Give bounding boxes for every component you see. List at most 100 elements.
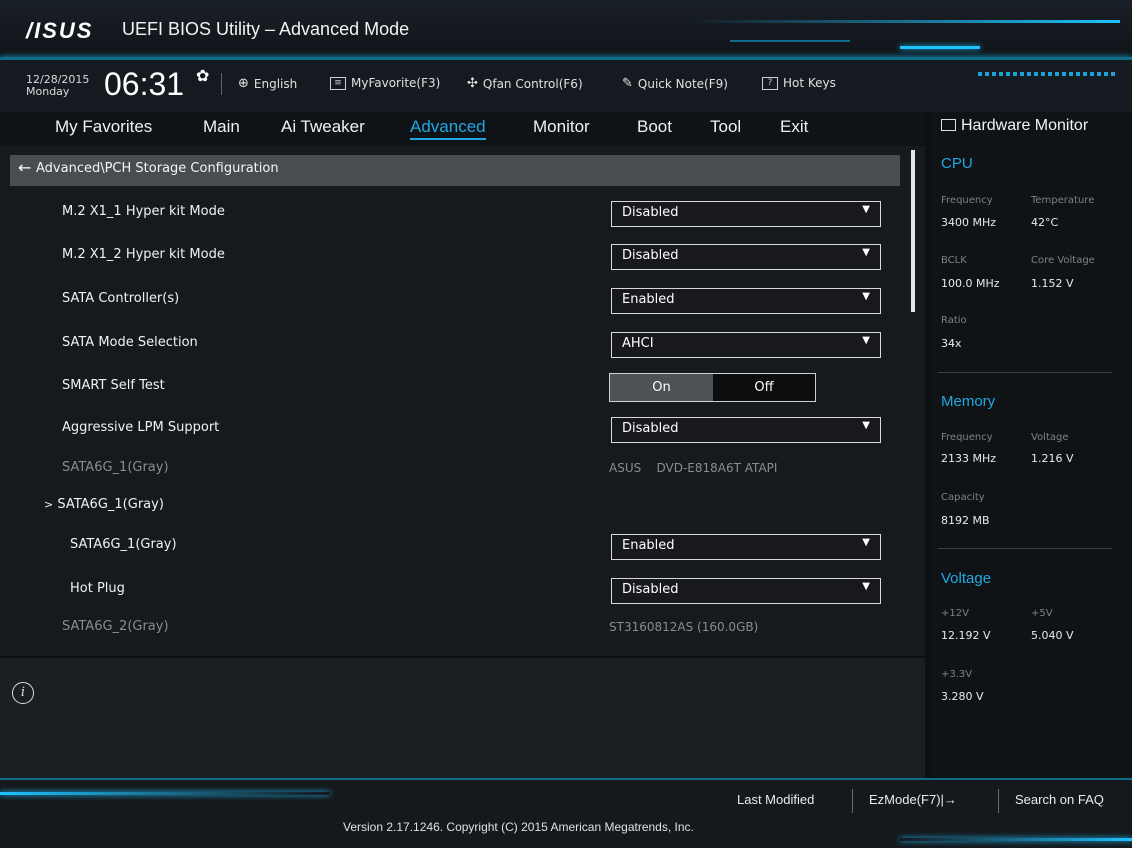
hw-label: Ratio xyxy=(941,315,967,326)
setting-label: SATA Controller(s) xyxy=(62,291,180,306)
monitor-icon xyxy=(941,119,956,131)
globe-icon: ⊕ xyxy=(238,76,249,91)
language-button[interactable]: ⊕ English xyxy=(238,76,297,91)
favorite-icon: ≡ xyxy=(330,76,346,90)
language-label: English xyxy=(253,76,298,91)
hw-value: 1.152 V xyxy=(1031,277,1074,290)
setting-label: SATA6G_1(Gray) xyxy=(62,460,169,475)
hardware-monitor-label: Hardware Monitor xyxy=(961,117,1089,134)
fan-icon: ✣ xyxy=(467,76,478,91)
setting-label: Aggressive LPM Support xyxy=(62,420,220,435)
setting-label: M.2 X1_2 Hyper kit Mode xyxy=(62,247,225,262)
hotkeys-label: Hot Keys xyxy=(783,76,836,90)
app-title: UEFI BIOS Utility – Advanced Mode xyxy=(122,19,410,39)
dropdown-value: Enabled xyxy=(622,538,675,553)
setting-label: SATA6G_1(Gray) xyxy=(70,537,177,552)
sata1-port-dropdown[interactable]: Enabled ▼ xyxy=(611,534,881,560)
chevron-down-icon: ▼ xyxy=(862,537,870,548)
hw-label: +3.3V xyxy=(941,669,973,680)
hw-label: Temperature xyxy=(1031,195,1095,206)
setting-label: SMART Self Test xyxy=(62,378,165,393)
dropdown-value: Disabled xyxy=(622,582,679,597)
clock: 06:31 xyxy=(104,66,185,102)
title-decoration xyxy=(690,20,1120,23)
chevron-down-icon: ▼ xyxy=(862,291,870,302)
smart-toggle[interactable]: On Off xyxy=(609,373,816,402)
gear-icon[interactable]: ✿ xyxy=(196,66,209,85)
footer-decoration xyxy=(0,792,330,795)
title-decoration xyxy=(900,46,980,49)
tab-exit[interactable]: Exit xyxy=(780,117,808,137)
hw-label: Frequency xyxy=(941,195,993,206)
divider xyxy=(221,73,222,95)
info-icon: i xyxy=(12,682,34,704)
help-icon: ? xyxy=(762,76,778,90)
qfan-button[interactable]: ✣ Qfan Control(F6) xyxy=(467,76,583,91)
toggle-off[interactable]: Off xyxy=(713,374,815,401)
hw-value: 5.040 V xyxy=(1031,629,1074,642)
chevron-down-icon: ▼ xyxy=(862,204,870,215)
hw-label: Frequency xyxy=(941,432,993,443)
divider xyxy=(938,548,1112,549)
myfavorite-button[interactable]: ≡ MyFavorite(F3) xyxy=(330,76,440,90)
toggle-on[interactable]: On xyxy=(610,374,713,401)
myfavorite-label: MyFavorite(F3) xyxy=(351,76,441,90)
dropdown-value: Disabled xyxy=(622,205,679,220)
hotkeys-button[interactable]: ? Hot Keys xyxy=(762,76,836,90)
footer-decoration xyxy=(900,838,1132,841)
cpu-section-title: CPU xyxy=(941,155,973,172)
tab-monitor[interactable]: Monitor xyxy=(533,117,590,137)
lpm-dropdown[interactable]: Disabled ▼ xyxy=(611,417,881,443)
day-text: Monday xyxy=(26,85,70,98)
title-decoration xyxy=(730,40,850,42)
dropdown-value: AHCI xyxy=(622,336,654,351)
tab-tool[interactable]: Tool xyxy=(710,117,741,137)
asus-logo: /ISUS xyxy=(26,18,94,43)
hw-label: Capacity xyxy=(941,492,985,503)
chevron-down-icon: ▼ xyxy=(862,335,870,346)
quicknote-label: Quick Note(F9) xyxy=(637,76,728,91)
breadcrumb-text: Advanced\PCH Storage Configuration xyxy=(36,161,279,176)
sata-controller-dropdown[interactable]: Enabled ▼ xyxy=(611,288,881,314)
sata-mode-dropdown[interactable]: AHCI ▼ xyxy=(611,332,881,358)
dropdown-value: Disabled xyxy=(622,248,679,263)
version-text: Version 2.17.1246. Copyright (C) 2015 Am… xyxy=(343,820,694,834)
chevron-down-icon: ▼ xyxy=(862,581,870,592)
qfan-label: Qfan Control(F6) xyxy=(482,76,583,91)
divider xyxy=(852,789,853,813)
hw-value: 42°C xyxy=(1031,216,1059,229)
hardware-monitor-title: Hardware Monitor xyxy=(941,117,1088,135)
tab-advanced[interactable]: Advanced xyxy=(410,117,486,140)
memory-section-title: Memory xyxy=(941,393,996,410)
hot-plug-dropdown[interactable]: Disabled ▼ xyxy=(611,578,881,604)
tab-my-favorites[interactable]: My Favorites xyxy=(55,117,152,137)
hw-label: +5V xyxy=(1031,608,1053,619)
voltage-section-title: Voltage xyxy=(941,570,992,587)
device-info: ST3160812AS (160.0GB) xyxy=(609,620,759,634)
tab-ai-tweaker[interactable]: Ai Tweaker xyxy=(281,117,365,137)
note-icon: ✎ xyxy=(622,76,633,91)
divider xyxy=(998,789,999,813)
scrollbar[interactable] xyxy=(911,150,915,312)
date-display: 12/28/2015 Monday xyxy=(26,74,89,98)
hw-label: BCLK xyxy=(941,255,967,266)
search-faq-button[interactable]: Search on FAQ xyxy=(1015,792,1104,807)
hw-value: 12.192 V xyxy=(941,629,991,642)
help-panel xyxy=(0,658,925,780)
hw-value: 34x xyxy=(941,337,962,350)
m2-1-dropdown[interactable]: Disabled ▼ xyxy=(611,201,881,227)
last-modified-button[interactable]: Last Modified xyxy=(737,792,814,807)
tab-main[interactable]: Main xyxy=(203,117,240,137)
quicknote-button[interactable]: ✎ Quick Note(F9) xyxy=(622,76,728,91)
tab-boot[interactable]: Boot xyxy=(637,117,672,137)
hw-value: 3400 MHz xyxy=(941,216,997,229)
setting-label: M.2 X1_1 Hyper kit Mode xyxy=(62,204,225,219)
back-arrow-icon[interactable]: ← xyxy=(18,158,31,177)
hw-value: 3.280 V xyxy=(941,690,984,703)
m2-2-dropdown[interactable]: Disabled ▼ xyxy=(611,244,881,270)
setting-label: SATA6G_2(Gray) xyxy=(62,619,169,634)
submenu-item[interactable]: > SATA6G_1(Gray) xyxy=(44,497,164,512)
device-info: ASUS DVD-E818A6T ATAPI xyxy=(609,461,778,475)
ezmode-button[interactable]: EzMode(F7)|→ xyxy=(869,792,957,807)
chevron-down-icon: ▼ xyxy=(862,247,870,258)
